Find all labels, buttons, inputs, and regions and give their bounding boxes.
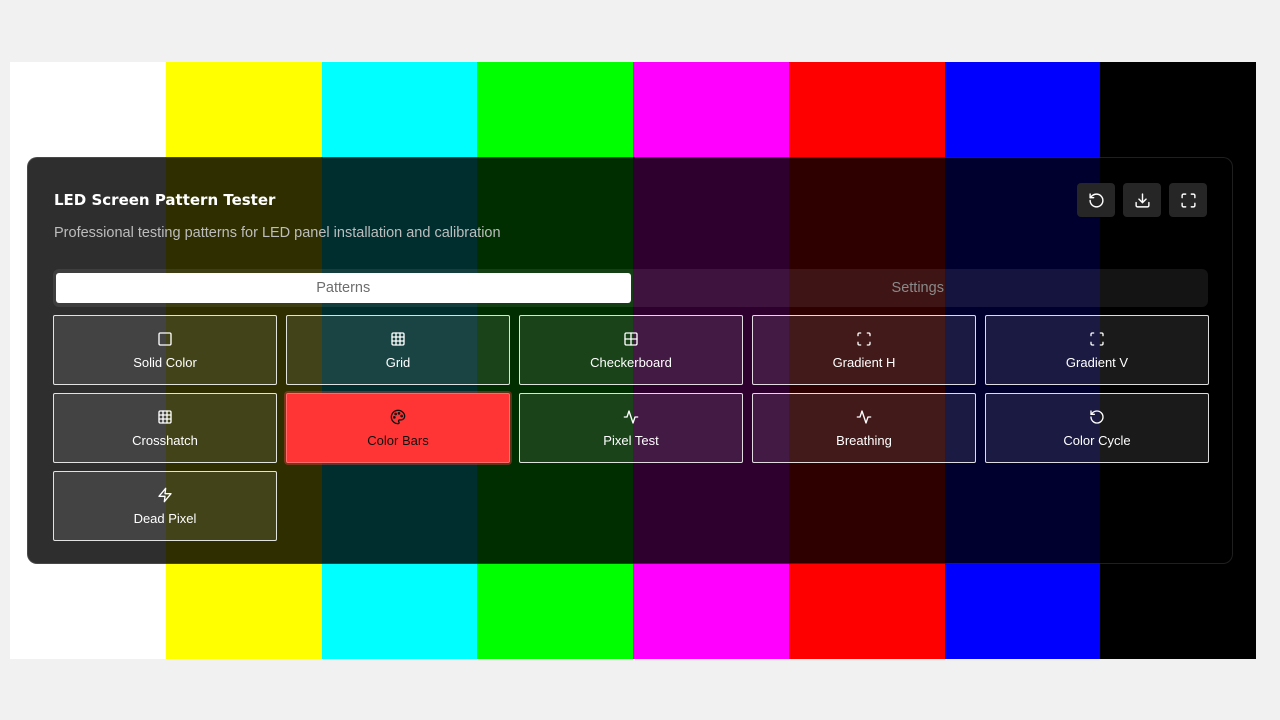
pattern-label: Breathing [836, 432, 892, 448]
tab-settings[interactable]: Settings [631, 273, 1206, 303]
square-icon [158, 331, 172, 346]
fullscreen-icon [1180, 192, 1196, 208]
download-button[interactable] [1123, 183, 1161, 217]
zap-icon [158, 487, 172, 502]
pattern-gradient-v[interactable]: Gradient V [985, 315, 1209, 385]
pattern-label: Crosshatch [132, 432, 198, 448]
rotate-icon [1090, 409, 1104, 424]
app-title: LED Screen Pattern Tester [54, 191, 276, 209]
activity-icon [623, 409, 639, 424]
pattern-checkerboard[interactable]: Checkerboard [519, 315, 743, 385]
pattern-gradient-h[interactable]: Gradient H [752, 315, 976, 385]
pattern-label: Color Bars [367, 432, 429, 448]
pattern-label: Gradient H [832, 354, 896, 370]
grid-icon [158, 409, 172, 424]
control-panel: LED Screen Pattern Tester Professional t… [27, 157, 1233, 564]
pattern-label: Checkerboard [590, 354, 672, 370]
download-icon [1134, 192, 1150, 208]
pattern-grid: Solid Color Grid Checkerboard Gradient H… [53, 315, 1209, 541]
tab-patterns[interactable]: Patterns [56, 273, 631, 303]
toolbar-actions [1077, 183, 1207, 217]
app-subtitle: Professional testing patterns for LED pa… [54, 225, 501, 241]
checkerboard-icon [624, 331, 638, 346]
palette-icon [390, 409, 406, 424]
pattern-solid-color[interactable]: Solid Color [53, 315, 277, 385]
scan-frame-icon [857, 331, 871, 346]
pattern-label: Grid [385, 354, 411, 370]
reset-button[interactable] [1077, 183, 1115, 217]
pattern-color-cycle[interactable]: Color Cycle [985, 393, 1209, 463]
pattern-dead-pixel[interactable]: Dead Pixel [53, 471, 277, 541]
grid-icon [391, 331, 405, 346]
activity-icon [856, 409, 872, 424]
fullscreen-button[interactable] [1169, 183, 1207, 217]
pattern-grid-button[interactable]: Grid [286, 315, 510, 385]
pattern-label: Dead Pixel [133, 510, 197, 526]
pattern-label: Color Cycle [1063, 432, 1131, 448]
pattern-label: Solid Color [133, 354, 197, 370]
pattern-pixel-test[interactable]: Pixel Test [519, 393, 743, 463]
pattern-label: Gradient V [1065, 354, 1129, 370]
pattern-breathing[interactable]: Breathing [752, 393, 976, 463]
pattern-crosshatch[interactable]: Crosshatch [53, 393, 277, 463]
scan-frame-icon [1090, 331, 1104, 346]
reset-icon [1088, 192, 1104, 208]
pattern-color-bars[interactable]: Color Bars [286, 393, 510, 463]
pattern-label: Pixel Test [603, 432, 659, 448]
tab-list: Patterns Settings [53, 269, 1208, 307]
